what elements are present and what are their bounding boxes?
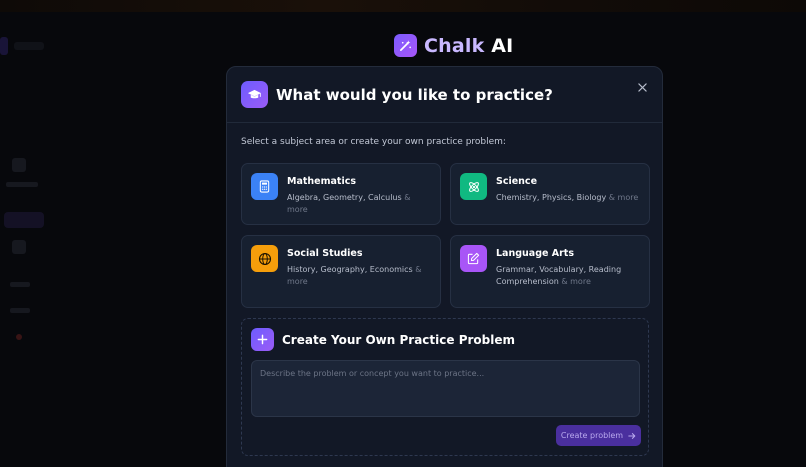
brand-name-chalk: Chalk [424,34,485,57]
brand-name: Chalk AI [424,35,513,57]
subject-card-science[interactable]: Science Chemistry, Physics, Biology & mo… [450,163,650,225]
atom-icon [460,173,487,200]
pencil-edit-icon [460,245,487,272]
arrow-right-icon [628,432,636,439]
subject-card-language-arts[interactable]: Language Arts Grammar, Vocabulary, Readi… [450,235,650,308]
calculator-icon [251,173,278,200]
modal-header: What would you like to practice? [227,67,662,123]
background-logo [0,37,44,55]
card-description-topics: Chemistry, Physics, Biology [496,193,607,202]
card-title: Science [496,176,538,187]
background-sidebar-active [4,212,44,228]
problem-description-input[interactable] [251,360,640,417]
brand-logo: Chalk AI [394,34,513,57]
card-title: Language Arts [496,248,574,259]
card-more: & more [608,193,639,202]
card-more: & more [561,277,591,286]
card-description: Chemistry, Physics, Biology & more [496,192,638,204]
graduation-cap-icon [241,81,268,108]
background-sidebar-text [10,308,30,313]
brand-name-ai: AI [491,34,514,57]
plus-icon [251,328,274,351]
create-problem-header: Create Your Own Practice Problem [251,328,515,351]
globe-icon [251,245,278,272]
card-description-topics: History, Geography, Economics [287,265,413,274]
create-problem-section: Create Your Own Practice Problem Create … [241,318,649,456]
modal-subtitle: Select a subject area or create your own… [241,137,506,147]
close-button[interactable] [634,79,650,95]
background-sidebar-text [10,282,30,287]
subject-card-social-studies[interactable]: Social Studies History, Geography, Econo… [241,235,441,308]
card-description-topics: Algebra, Geometry, Calculus [287,193,402,202]
subject-card-mathematics[interactable]: Mathematics Algebra, Geometry, Calculus … [241,163,441,225]
card-text: Mathematics Algebra, Geometry, Calculus … [287,173,431,215]
card-text: Science Chemistry, Physics, Biology & mo… [496,173,638,215]
card-title: Mathematics [287,176,357,187]
card-title: Social Studies [287,248,363,259]
practice-modal: What would you like to practice? Select … [226,66,663,467]
create-problem-button-label: Create problem [560,431,624,440]
background-sidebar-text [6,182,38,187]
card-text: Language Arts Grammar, Vocabulary, Readi… [496,245,640,298]
card-description-topics: Grammar, Vocabulary, Reading Comprehensi… [496,265,622,286]
background-sidebar-icon [12,158,26,172]
card-description: Algebra, Geometry, Calculus & more [287,192,431,216]
modal-title: What would you like to practice? [276,85,553,104]
card-text: Social Studies History, Geography, Econo… [287,245,431,298]
magic-wand-icon [394,34,417,57]
top-strip [0,0,806,12]
create-problem-button[interactable]: Create problem [556,425,641,446]
background-dot [16,334,22,340]
create-problem-title: Create Your Own Practice Problem [282,332,515,347]
background-sidebar-icon [12,240,26,254]
card-description: History, Geography, Economics & more [287,264,431,288]
close-icon [637,82,647,92]
card-description: Grammar, Vocabulary, Reading Comprehensi… [496,264,640,288]
